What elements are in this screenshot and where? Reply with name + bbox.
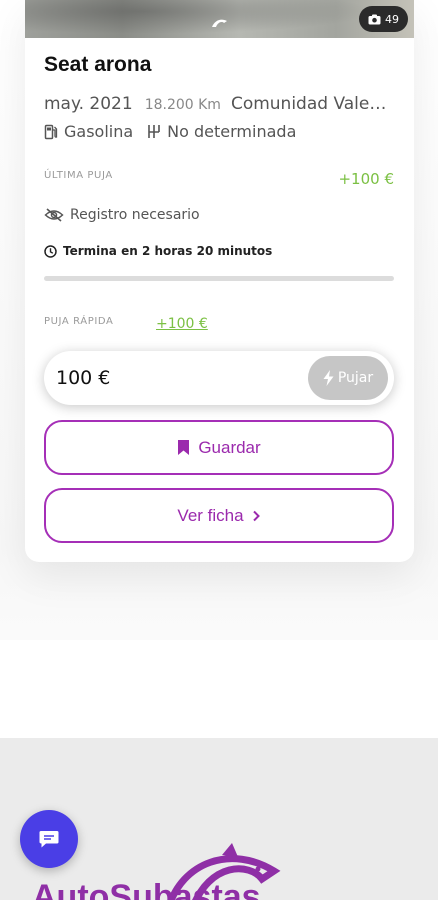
fuel-label: Gasolina xyxy=(64,122,134,141)
chat-bubble-icon xyxy=(39,831,59,848)
registration-date: may. 2021 xyxy=(44,94,133,114)
view-label: Ver ficha xyxy=(177,505,244,525)
registration-text: Registro necesario xyxy=(70,207,200,223)
photo-count: 49 xyxy=(385,12,399,26)
eye-off-icon xyxy=(44,208,64,222)
registration-notice: Registro necesario xyxy=(44,207,200,223)
pujar-button[interactable]: Pujar xyxy=(308,356,388,400)
view-details-button[interactable]: Ver ficha xyxy=(44,488,394,543)
vehicle-meta: may. 2021 18.200 Km Comunidad Valenciana xyxy=(44,94,396,114)
auction-ends: Termina en 2 horas 20 minutos xyxy=(44,244,272,258)
vehicle-photo[interactable]: 49 xyxy=(25,0,414,38)
save-label: Guardar xyxy=(198,437,261,457)
clock-icon xyxy=(44,244,57,258)
transmission-label: No determinada xyxy=(167,122,297,141)
footer-logo-text: AutoSubastas xyxy=(32,878,261,900)
gearbox-icon xyxy=(148,125,160,138)
time-progress-bar xyxy=(44,276,394,281)
pujar-label: Pujar xyxy=(337,370,374,386)
location: Comunidad Valenciana xyxy=(230,94,396,114)
last-bid-label: ÚLTIMA PUJA xyxy=(44,170,113,181)
fuel-spec: Gasolina xyxy=(44,122,133,141)
quick-bid-label: PUJA RÁPIDA xyxy=(44,316,114,327)
transmission-spec: No determinada xyxy=(147,122,296,141)
dolphin-icon xyxy=(212,19,227,27)
save-button[interactable]: Guardar xyxy=(44,420,394,475)
bid-box: Pujar xyxy=(44,351,394,405)
chevron-right-icon xyxy=(252,510,260,521)
mileage: 18.200 Km xyxy=(144,97,221,113)
lightning-icon xyxy=(323,370,334,386)
last-bid-value: +100 € xyxy=(338,170,394,188)
chat-button[interactable] xyxy=(20,810,78,868)
ends-text: Termina en 2 horas 20 minutos xyxy=(63,244,273,258)
vehicle-title: Seat arona xyxy=(44,53,152,76)
camera-icon xyxy=(368,14,381,24)
quick-bid-link[interactable]: +100 € xyxy=(156,316,208,332)
photo-watermark xyxy=(195,18,245,34)
vehicle-specs: Gasolina No determinada xyxy=(44,122,310,141)
vehicle-card[interactable]: 49 Seat arona may. 2021 18.200 Km Comuni… xyxy=(25,0,414,562)
photo-count-badge[interactable]: 49 xyxy=(359,6,408,32)
bookmark-icon xyxy=(178,440,190,455)
fuel-pump-icon xyxy=(44,124,58,139)
bid-amount-input[interactable] xyxy=(56,367,286,389)
